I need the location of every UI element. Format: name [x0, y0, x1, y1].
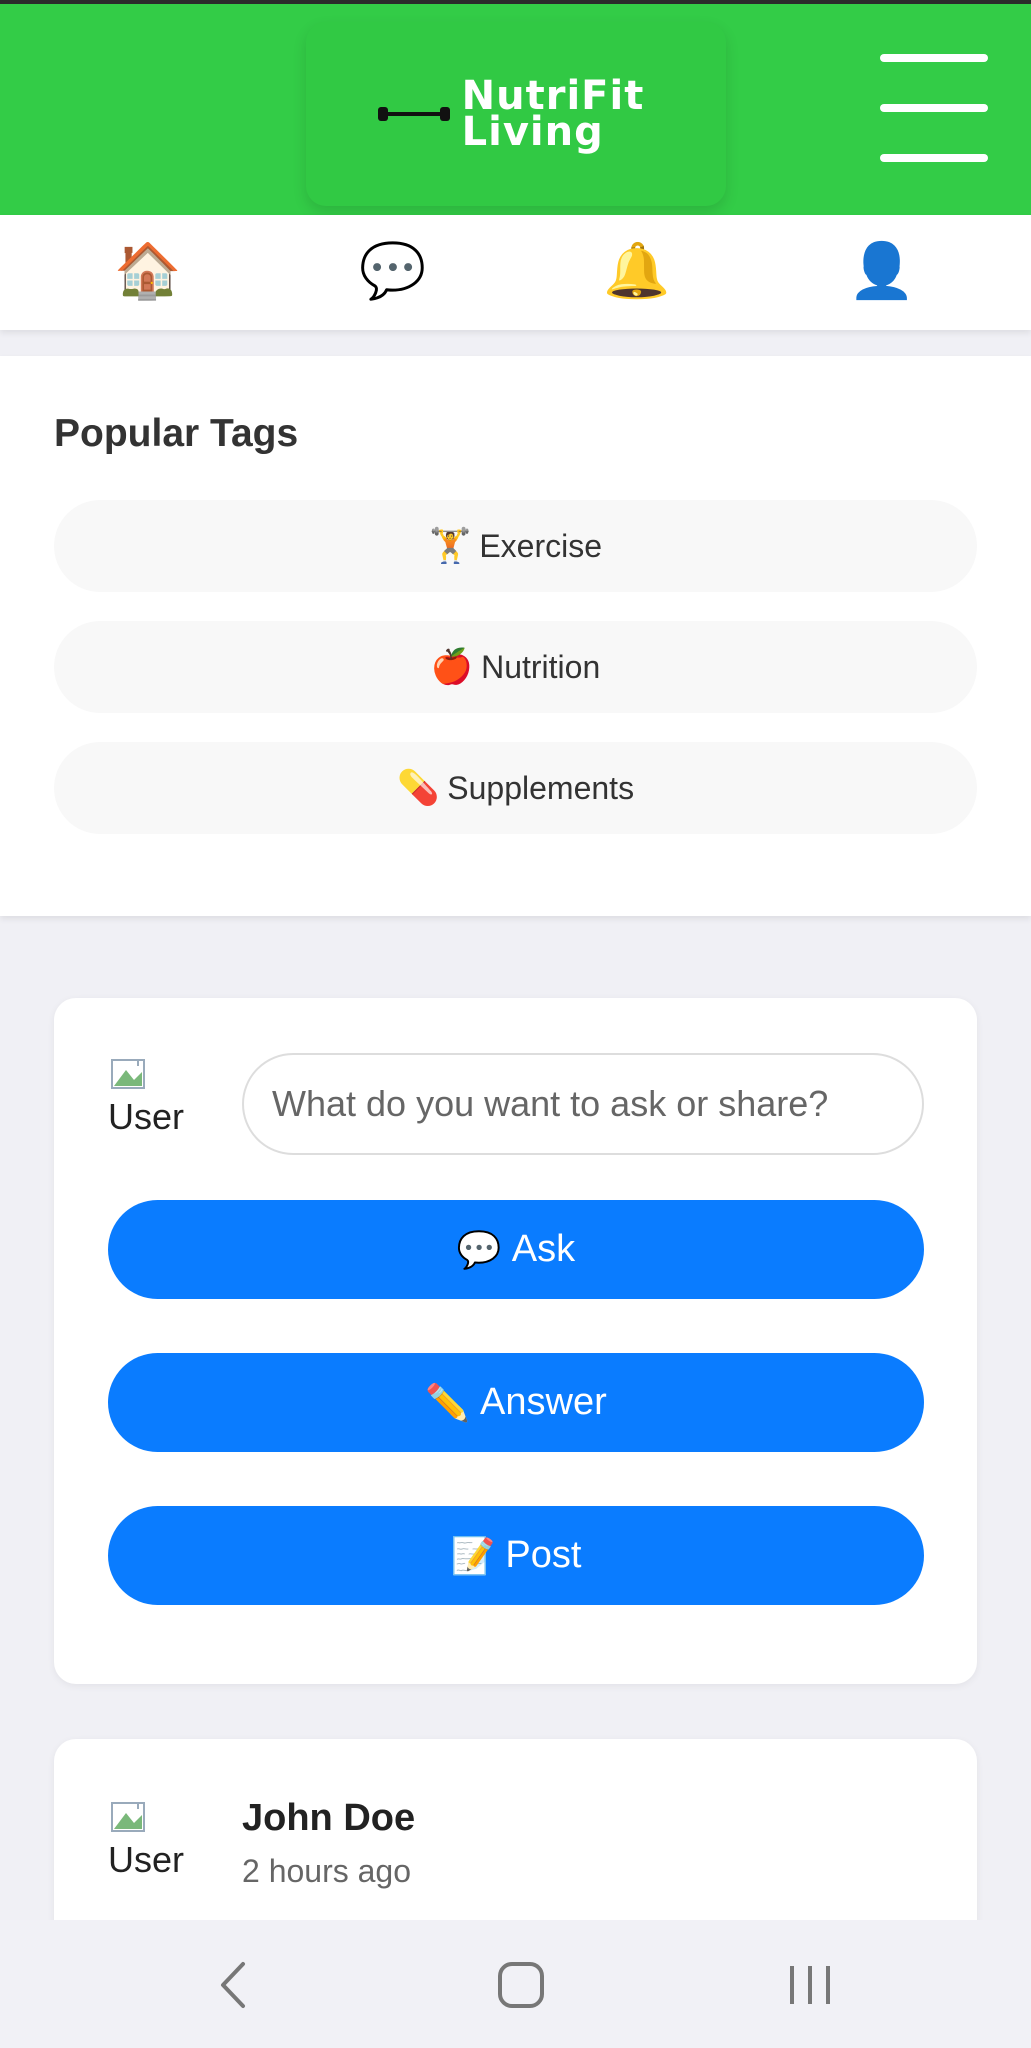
avatar-alt-text: User: [108, 1096, 185, 1137]
post-timestamp: 2 hours ago: [242, 1853, 412, 1889]
broken-image-icon: [111, 1802, 145, 1832]
ask-share-input[interactable]: [242, 1053, 924, 1155]
composer-card: User 💬 Ask ✏️ Answer 📝 Post: [54, 998, 977, 1684]
popular-tags-panel: Popular Tags 🏋 Exercise 🍎 Nutrition 💊 Su…: [0, 356, 1031, 916]
popular-tags-title: Popular Tags: [54, 412, 299, 455]
hamburger-menu-icon[interactable]: [880, 54, 988, 166]
post-button-label: Post: [505, 1534, 582, 1576]
apple-icon: 🍎: [430, 648, 474, 686]
ask-button-label: Ask: [511, 1228, 576, 1270]
avatar: User: [108, 1056, 208, 1146]
weightlifter-icon: 🏋: [428, 527, 472, 565]
tag-label: Exercise: [479, 527, 603, 564]
chat-bubble-icon: 💬: [456, 1228, 502, 1270]
avatar: User: [108, 1799, 208, 1889]
memo-icon: 📝: [450, 1534, 496, 1576]
answer-button[interactable]: ✏️ Answer: [108, 1353, 924, 1452]
bell-icon[interactable]: 🔔: [602, 239, 672, 303]
answer-button-label: Answer: [480, 1381, 607, 1423]
tag-label: Supplements: [447, 769, 635, 806]
ask-button[interactable]: 💬 Ask: [108, 1200, 924, 1299]
pill-icon: 💊: [396, 769, 440, 807]
tag-nutrition[interactable]: 🍎 Nutrition: [54, 621, 977, 713]
tag-exercise[interactable]: 🏋 Exercise: [54, 500, 977, 592]
dumbbell-icon: [377, 107, 450, 121]
back-chevron-icon[interactable]: [205, 1960, 265, 2010]
top-nav: 🏠 💬 🔔 👤: [0, 215, 1031, 330]
brand-name: NutriFit Living: [461, 76, 645, 155]
brand-logo[interactable]: NutriFit Living: [306, 22, 726, 206]
profile-icon[interactable]: 👤: [847, 239, 917, 303]
app-header: NutriFit Living: [0, 4, 1031, 215]
recents-bars-icon[interactable]: [780, 1960, 840, 2010]
pencil-icon: ✏️: [425, 1381, 471, 1423]
broken-image-icon: [111, 1059, 145, 1089]
home-square-icon[interactable]: [491, 1960, 551, 2010]
post-author[interactable]: John Doe: [242, 1797, 415, 1840]
system-nav-bar: [0, 1920, 1031, 2048]
tag-label: Nutrition: [481, 648, 601, 685]
tag-supplements[interactable]: 💊 Supplements: [54, 742, 977, 834]
avatar-alt-text: User: [108, 1839, 185, 1880]
brand-line-2: Living: [461, 109, 604, 155]
home-icon[interactable]: 🏠: [113, 239, 183, 303]
post-button[interactable]: 📝 Post: [108, 1506, 924, 1605]
chat-bubble-icon[interactable]: 💬: [358, 239, 428, 303]
